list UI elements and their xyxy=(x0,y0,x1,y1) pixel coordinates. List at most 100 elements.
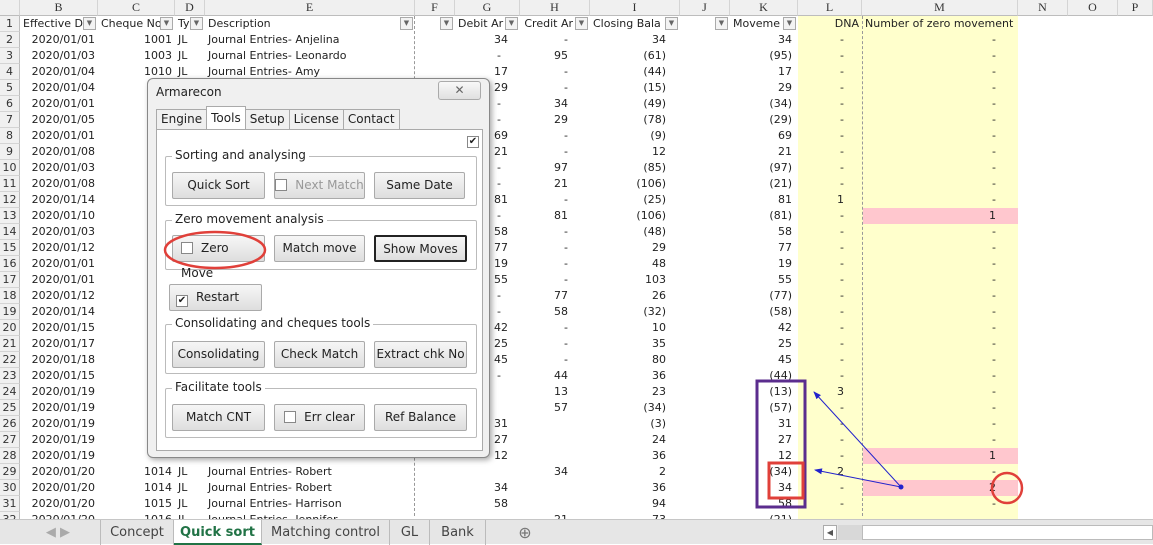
close-icon[interactable]: ✕ xyxy=(438,81,481,100)
cell-k11[interactable]: (21) xyxy=(730,176,798,192)
cell-l23[interactable]: - xyxy=(798,368,862,384)
zero-move-checkbox[interactable] xyxy=(181,242,193,254)
column-header-e[interactable]: E xyxy=(205,0,415,16)
cell-i31[interactable]: 94 xyxy=(590,496,680,512)
column-header-f[interactable]: F xyxy=(415,0,455,16)
column-header-j[interactable]: J xyxy=(680,0,730,16)
sheet-tab-gl[interactable]: GL xyxy=(390,520,430,545)
cell-l24[interactable]: 3 xyxy=(798,384,862,400)
row-header[interactable]: 1 xyxy=(0,16,20,32)
filter-dropdown-icon[interactable]: ▼ xyxy=(665,17,678,30)
cell-g30[interactable]: 34 xyxy=(455,480,520,496)
header-cell-k[interactable]: Moveme xyxy=(730,16,784,32)
cell-i4[interactable]: (44) xyxy=(590,64,680,80)
cell-b18[interactable]: 2020/01/12 xyxy=(20,288,98,304)
row-header[interactable]: 3 xyxy=(0,48,20,64)
row-header[interactable]: 27 xyxy=(0,432,20,448)
cell-m16[interactable]: - xyxy=(862,256,1018,272)
cell-b30[interactable]: 2020/01/20 xyxy=(20,480,98,496)
cell-i32[interactable]: 73 xyxy=(590,512,680,519)
cell-m19[interactable]: - xyxy=(862,304,1018,320)
cell-h2[interactable]: - xyxy=(520,32,590,48)
cell-b2[interactable]: 2020/01/01 xyxy=(20,32,98,48)
cell-m25[interactable]: - xyxy=(862,400,1018,416)
cell-b22[interactable]: 2020/01/18 xyxy=(20,352,98,368)
header-cell-m[interactable]: Number of zero movement xyxy=(862,16,1018,32)
cell-e3[interactable]: Journal Entries- Leonardo xyxy=(205,48,415,64)
cell-g2[interactable]: 34 xyxy=(455,32,520,48)
filter-dropdown-icon[interactable]: ▼ xyxy=(715,17,728,30)
row-header[interactable]: 32 xyxy=(0,512,20,519)
cell-l11[interactable]: - xyxy=(798,176,862,192)
cell-h14[interactable]: - xyxy=(520,224,590,240)
cell-k19[interactable]: (58) xyxy=(730,304,798,320)
scrollbar-thumb[interactable] xyxy=(838,525,862,540)
tab-tools[interactable]: Tools xyxy=(206,106,246,129)
row-header[interactable]: 24 xyxy=(0,384,20,400)
cell-h21[interactable]: - xyxy=(520,336,590,352)
cell-h4[interactable]: - xyxy=(520,64,590,80)
match-move-button[interactable]: Match move xyxy=(274,235,365,262)
cell-i8[interactable]: (9) xyxy=(590,128,680,144)
cell-k18[interactable]: (77) xyxy=(730,288,798,304)
cell-k27[interactable]: 27 xyxy=(730,432,798,448)
cell-b19[interactable]: 2020/01/14 xyxy=(20,304,98,320)
cell-m6[interactable]: - xyxy=(862,96,1018,112)
extract-chk-no-button[interactable]: Extract chk No xyxy=(374,341,467,368)
row-header[interactable]: 28 xyxy=(0,448,20,464)
cell-i30[interactable]: 36 xyxy=(590,480,680,496)
cell-m11[interactable]: - xyxy=(862,176,1018,192)
sheet-tab-bank[interactable]: Bank xyxy=(430,520,486,545)
cell-l5[interactable]: - xyxy=(798,80,862,96)
tab-license[interactable]: License xyxy=(288,109,344,129)
cell-l22[interactable]: - xyxy=(798,352,862,368)
filter-dropdown-icon[interactable]: ▼ xyxy=(440,17,453,30)
cell-i19[interactable]: (32) xyxy=(590,304,680,320)
filter-dropdown-icon[interactable]: ▼ xyxy=(190,17,203,30)
cell-h6[interactable]: 34 xyxy=(520,96,590,112)
cell-k5[interactable]: 29 xyxy=(730,80,798,96)
column-header-b[interactable]: B xyxy=(20,0,98,16)
cell-h12[interactable]: - xyxy=(520,192,590,208)
cell-b25[interactable]: 2020/01/19 xyxy=(20,400,98,416)
cell-k7[interactable]: (29) xyxy=(730,112,798,128)
cell-k9[interactable]: 21 xyxy=(730,144,798,160)
row-header[interactable]: 17 xyxy=(0,272,20,288)
cell-m18[interactable]: - xyxy=(862,288,1018,304)
check-match-button[interactable]: Check Match xyxy=(274,341,365,368)
cell-m5[interactable]: - xyxy=(862,80,1018,96)
restart-toggle[interactable]: ✔ Restart xyxy=(169,284,262,311)
ref-balance-button[interactable]: Ref Balance xyxy=(374,404,467,431)
filter-dropdown-icon[interactable]: ▼ xyxy=(160,17,173,30)
cell-i3[interactable]: (61) xyxy=(590,48,680,64)
cell-m17[interactable]: - xyxy=(862,272,1018,288)
cell-i2[interactable]: 34 xyxy=(590,32,680,48)
column-header-i[interactable]: I xyxy=(590,0,680,16)
cell-l19[interactable]: - xyxy=(798,304,862,320)
cell-b8[interactable]: 2020/01/01 xyxy=(20,128,98,144)
cell-l4[interactable]: - xyxy=(798,64,862,80)
consolidating-button[interactable]: Consolidating xyxy=(172,341,265,368)
cell-b12[interactable]: 2020/01/14 xyxy=(20,192,98,208)
cell-l27[interactable]: - xyxy=(798,432,862,448)
column-header-l[interactable]: L xyxy=(798,0,862,16)
row-header[interactable]: 18 xyxy=(0,288,20,304)
cell-i17[interactable]: 103 xyxy=(590,272,680,288)
cell-l28[interactable]: - xyxy=(798,448,862,464)
cell-l17[interactable]: - xyxy=(798,272,862,288)
row-header[interactable]: 12 xyxy=(0,192,20,208)
cell-i10[interactable]: (85) xyxy=(590,160,680,176)
cell-h16[interactable]: - xyxy=(520,256,590,272)
column-header-c[interactable]: C xyxy=(98,0,175,16)
cell-d31[interactable]: JL xyxy=(175,496,205,512)
row-header[interactable]: 11 xyxy=(0,176,20,192)
cell-k17[interactable]: 55 xyxy=(730,272,798,288)
column-header-h[interactable]: H xyxy=(520,0,590,16)
cell-m10[interactable]: - xyxy=(862,160,1018,176)
cell-l15[interactable]: - xyxy=(798,240,862,256)
filter-dropdown-icon[interactable]: ▼ xyxy=(83,17,96,30)
cell-m28[interactable]: 1 xyxy=(862,448,1018,464)
cell-e32[interactable]: Journal Entries- Jennifer xyxy=(205,512,415,519)
cell-e30[interactable]: Journal Entries- Robert xyxy=(205,480,415,496)
cell-i20[interactable]: 10 xyxy=(590,320,680,336)
